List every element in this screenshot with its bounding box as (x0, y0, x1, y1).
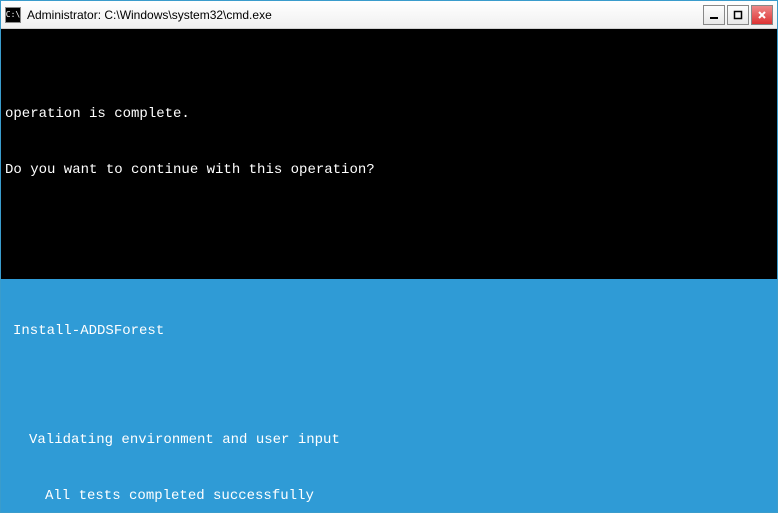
titlebar[interactable]: C:\ Administrator: C:\Windows\system32\c… (1, 1, 777, 29)
progress-title: Install-ADDSForest (13, 322, 765, 341)
close-button[interactable] (751, 5, 773, 25)
progress-validating: Validating environment and user input (13, 431, 765, 450)
maximize-button[interactable] (727, 5, 749, 25)
minimize-button[interactable] (703, 5, 725, 25)
cmd-window: C:\ Administrator: C:\Windows\system32\c… (0, 0, 778, 513)
terminal-line: Do you want to continue with this operat… (5, 161, 773, 180)
install-progress-block: Install-ADDSForest Validating environmen… (1, 279, 777, 512)
terminal-output[interactable]: operation is complete. Do you want to co… (1, 29, 777, 512)
window-title: Administrator: C:\Windows\system32\cmd.e… (27, 8, 703, 22)
window-controls (703, 5, 773, 25)
cmd-icon: C:\ (5, 7, 21, 23)
terminal-upper-text: operation is complete. Do you want to co… (1, 67, 777, 218)
terminal-line: operation is complete. (5, 105, 773, 124)
progress-tests-passed: All tests completed successfully (13, 487, 765, 506)
